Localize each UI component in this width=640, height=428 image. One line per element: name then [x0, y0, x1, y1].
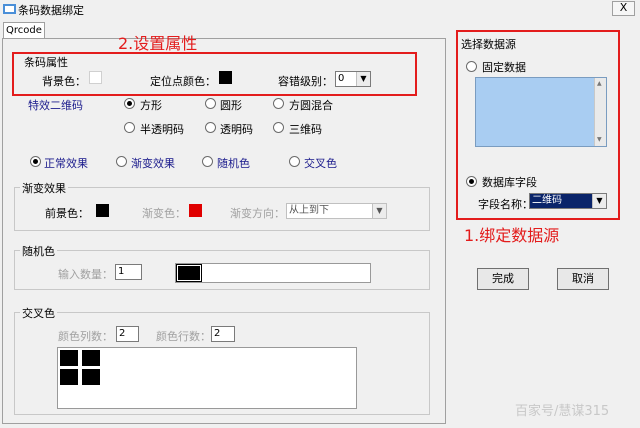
fg-color-label: 前景色： — [45, 207, 89, 220]
title-bar: 条码数据绑定 X — [0, 0, 640, 18]
mode-normal-radio[interactable] — [30, 156, 41, 167]
mode-random-radio[interactable] — [202, 156, 213, 167]
random-color-cell[interactable] — [176, 264, 202, 282]
shape-square-label: 方形 — [140, 99, 162, 112]
chevron-down-icon[interactable]: ▼ — [356, 72, 370, 86]
cross-color-cell[interactable] — [81, 349, 101, 367]
chevron-down-icon[interactable]: ▼ — [592, 194, 606, 208]
field-name-value: 二维码 — [532, 195, 562, 206]
cross-legend: 交叉色 — [20, 305, 57, 321]
transparent-radio[interactable] — [205, 122, 216, 133]
three-d-radio[interactable] — [273, 122, 284, 133]
scroll-down-icon[interactable]: ▼ — [597, 136, 602, 143]
annotation-set-attributes: 2.设置属性 — [118, 34, 198, 53]
fixed-data-radio[interactable] — [466, 61, 477, 72]
mode-normal-label: 正常效果 — [44, 157, 88, 170]
cross-color-grid — [57, 347, 357, 409]
data-source-legend: 选择数据源 — [461, 38, 516, 51]
random-count-input[interactable]: 1 — [115, 264, 142, 280]
random-color-bar — [175, 263, 371, 283]
tab-qrcode[interactable]: Qrcode — [3, 22, 45, 39]
effect-qr-label: 特效二维码 — [28, 99, 83, 112]
field-name-label: 字段名称： — [478, 198, 533, 211]
cross-rows-label: 颜色行数： — [156, 330, 211, 343]
ecc-level-select[interactable]: 0 ▼ — [335, 71, 371, 87]
semi-transparent-label: 半透明码 — [140, 123, 184, 136]
random-legend: 随机色 — [20, 243, 57, 259]
cross-color-cell[interactable] — [81, 368, 101, 386]
scrollbar[interactable]: ▲ ▼ — [594, 78, 606, 146]
grad-dir-select[interactable]: 从上到下 ▼ — [286, 203, 387, 219]
cross-color-cell[interactable] — [59, 349, 79, 367]
transparent-label: 透明码 — [220, 123, 253, 136]
cancel-button[interactable]: 取消 — [557, 268, 609, 290]
close-button[interactable]: X — [612, 1, 635, 16]
db-field-label: 数据库字段 — [482, 176, 537, 189]
ecc-level-value: 0 — [338, 73, 345, 84]
barcode-props-legend: 条码属性 — [24, 56, 68, 69]
cross-cols-input[interactable]: 2 — [116, 326, 139, 342]
fg-color-swatch[interactable] — [96, 204, 109, 217]
watermark: 百家号/慧谋315 — [515, 404, 610, 419]
fixed-data-textarea[interactable]: ▲ ▼ — [475, 77, 607, 147]
gradient-legend: 渐变效果 — [20, 180, 68, 196]
bg-color-label: 背景色： — [42, 75, 86, 88]
grad-color-label: 渐变色： — [142, 207, 186, 220]
mode-gradient-label: 渐变效果 — [131, 157, 175, 170]
db-field-radio[interactable] — [466, 176, 477, 187]
grad-color-swatch[interactable] — [189, 204, 202, 217]
shape-mixed-label: 方圆混合 — [289, 99, 333, 112]
semi-transparent-radio[interactable] — [124, 122, 135, 133]
random-count-label: 输入数量： — [58, 268, 113, 281]
shape-circle-radio[interactable] — [205, 98, 216, 109]
shape-mixed-radio[interactable] — [273, 98, 284, 109]
grad-dir-label: 渐变方向： — [230, 207, 285, 220]
annotation-bind-source: 1.绑定数据源 — [464, 226, 560, 245]
mode-cross-label: 交叉色 — [304, 157, 337, 170]
fixed-data-label: 固定数据 — [482, 61, 526, 74]
anchor-color-label: 定位点颜色： — [150, 75, 216, 88]
bg-color-swatch[interactable] — [89, 71, 102, 84]
scroll-up-icon[interactable]: ▲ — [597, 80, 602, 87]
shape-square-radio[interactable] — [124, 98, 135, 109]
chevron-down-icon[interactable]: ▼ — [372, 204, 386, 218]
cross-rows-input[interactable]: 2 — [211, 326, 235, 342]
shape-circle-label: 圆形 — [220, 99, 242, 112]
grad-dir-value: 从上到下 — [289, 205, 329, 216]
app-icon — [3, 4, 16, 14]
ok-button[interactable]: 完成 — [477, 268, 529, 290]
anchor-color-swatch[interactable] — [219, 71, 232, 84]
mode-gradient-radio[interactable] — [116, 156, 127, 167]
cross-color-cell[interactable] — [59, 368, 79, 386]
window-title: 条码数据绑定 — [18, 4, 84, 17]
three-d-label: 三维码 — [289, 123, 322, 136]
cross-cols-label: 颜色列数： — [58, 330, 113, 343]
field-name-select[interactable]: 二维码 ▼ — [529, 193, 607, 209]
mode-random-label: 随机色 — [217, 157, 250, 170]
ecc-level-label: 容错级别： — [278, 75, 333, 88]
mode-cross-radio[interactable] — [289, 156, 300, 167]
